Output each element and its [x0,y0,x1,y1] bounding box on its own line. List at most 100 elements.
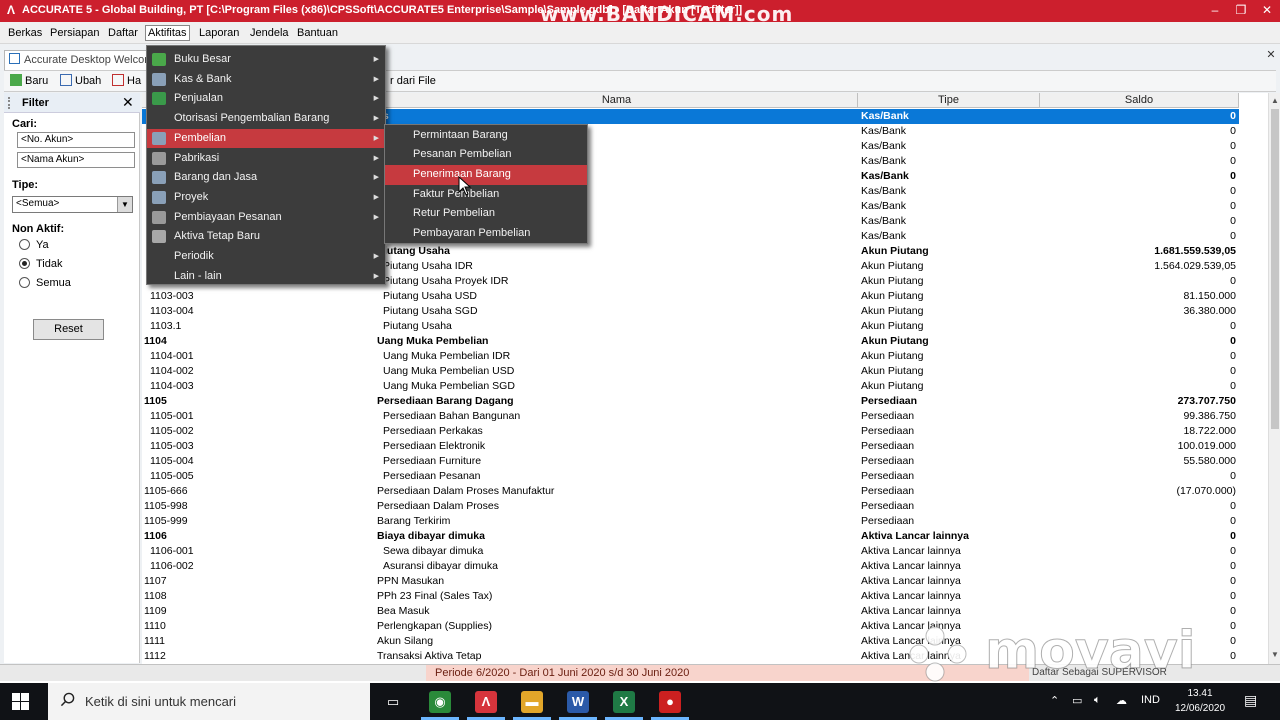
table-row[interactable]: 1105-004 Persediaan Furniture Persediaan 55… [142,454,1239,469]
radio-semua[interactable]: Semua [19,276,71,290]
menu-item-pabrikasi[interactable]: Pabrikasi ▶ [147,149,385,169]
menu-item-kas-bank[interactable]: Kas & Bank ▶ [147,70,385,90]
scrollbar-thumb[interactable] [1271,109,1279,429]
minimize-button[interactable]: – [1202,0,1228,22]
menu-persiapan[interactable]: Persiapan [48,25,102,41]
network-icon[interactable]: ▭ [1072,694,1082,707]
radio-semua-circle[interactable] [19,277,30,288]
table-row[interactable]: 1106-001 Sewa dibayar dimuka Aktiva Lancar… [142,544,1239,559]
table-row[interactable]: 1109 Bea Masuk Aktiva Lancar lainnya 0 [142,604,1239,619]
scroll-up-icon[interactable]: ▲ [1269,95,1280,107]
menu-item-pembelian[interactable]: Pembelian ▶ [147,128,385,149]
close-document-icon[interactable]: ✕ [1265,48,1277,62]
menu-item-aktiva-tetap-baru[interactable]: Aktiva Tetap Baru [147,227,385,247]
submenu-item-pembayaran-pembelian[interactable]: Pembayaran Pembelian [385,224,587,244]
taskbar-app-excel[interactable]: X [601,683,647,720]
table-row[interactable]: 1111 Akun Silang Aktiva Lancar lainnya 0 [142,634,1239,649]
table-row[interactable]: 1107 PPN Masukan Aktiva Lancar lainnya 0 [142,574,1239,589]
language-indicator[interactable]: IND [1141,694,1160,706]
new-button[interactable]: Baru [10,74,48,89]
table-row[interactable]: 1106 Biaya dibayar dimuka Aktiva Lancar la… [142,529,1239,544]
menu-item-buku-besar[interactable]: Buku Besar ▶ [147,50,385,70]
vertical-scrollbar[interactable]: ▲ ▼ [1268,93,1280,664]
tab-accurate-desktop-welcome[interactable]: Accurate Desktop Welcome [4,50,149,70]
close-button[interactable]: ✕ [1254,0,1280,22]
radio-ya-circle[interactable] [19,239,30,250]
table-row[interactable]: 1103-004 Piutang Usaha SGD Akun Piutang 36.… [142,304,1239,319]
radio-tidak-circle[interactable] [19,258,30,269]
taskbar-app-task-view[interactable]: ▭ [370,683,416,720]
table-row[interactable]: 1105-998 Persediaan Dalam Proses Persediaa… [142,499,1239,514]
account-name-field[interactable]: <Nama Akun> [17,152,135,168]
menu-bantuan[interactable]: Bantuan [295,25,340,41]
table-row[interactable]: 1105-003 Persediaan Elektronik Persediaan 1… [142,439,1239,454]
windows-start-icon[interactable] [12,693,30,711]
tray-chevron-icon[interactable]: ⌃ [1050,694,1059,707]
taskbar-app-word[interactable]: W [555,683,601,720]
drag-grip-icon[interactable] [8,97,10,109]
account-number-field[interactable]: <No. Akun> [17,132,135,148]
submenu-item-retur-pembelian[interactable]: Retur Pembelian [385,204,587,224]
close-filter-icon[interactable]: ✕ [122,95,134,109]
table-row[interactable]: 1104-002 Uang Muka Pembelian USD Akun Piut… [142,364,1239,379]
column-header-nama[interactable]: Nama [376,93,858,108]
taskbar-search-box[interactable]: Ketik di sini untuk mencari [48,683,370,720]
menu-bar: Berkas Persiapan Daftar Aktifitas Lapora… [0,22,1280,44]
dropdown-arrow-icon[interactable]: ▼ [117,197,132,212]
notifications-icon[interactable]: ▤ [1244,692,1257,709]
import-file-button[interactable]: r dari File [390,74,436,89]
taskbar-app-file-explorer[interactable]: ▬ [509,683,555,720]
table-row[interactable]: 1103.1 Piutang Usaha Akun Piutang 0 [142,319,1239,334]
menu-daftar[interactable]: Daftar [106,25,140,41]
table-row[interactable]: 1110 Perlengkapan (Supplies) Aktiva Lancar… [142,619,1239,634]
account-number-cell: 1106-002 [150,560,194,572]
menu-item-proyek[interactable]: Proyek ▶ [147,188,385,208]
table-row[interactable]: 1105-999 Barang Terkirim Persediaan 0 [142,514,1239,529]
table-row[interactable]: 1103-003 Piutang Usaha USD Akun Piutang 81.… [142,289,1239,304]
delete-button[interactable]: Ha [112,74,141,89]
volume-icon[interactable]: 🔈︎ [1094,694,1101,707]
table-row[interactable]: 1112 Transaksi Aktiva Tetap Aktiva Lancar … [142,649,1239,664]
menu-item-pembiayaan-pesanan[interactable]: Pembiayaan Pesanan ▶ [147,208,385,228]
account-name-cell: Uang Muka Pembelian SGD [383,380,515,392]
onedrive-icon[interactable]: ☁︎ [1116,694,1127,707]
radio-ya[interactable]: Ya [19,238,49,252]
type-select[interactable]: <Semua> ▼ [12,196,133,213]
submenu-item-pesanan-pembelian[interactable]: Pesanan Pembelian [385,145,587,165]
table-row[interactable]: 1105-002 Persediaan Perkakas Persediaan 18.… [142,424,1239,439]
table-row[interactable]: 1104-003 Uang Muka Pembelian SGD Akun Piut… [142,379,1239,394]
menu-item-otorisasi-pengembalian-barang[interactable]: Otorisasi Pengembalian Barang ▶ [147,109,385,129]
edit-button[interactable]: Ubah [60,74,101,89]
menu-jendela[interactable]: Jendela [248,25,291,41]
table-row[interactable]: 1104 Uang Muka Pembelian Akun Piutang 0 [142,334,1239,349]
table-row[interactable]: 1105-005 Persediaan Pesanan Persediaan 0 [142,469,1239,484]
menu-berkas[interactable]: Berkas [6,25,44,41]
submenu-item-faktur-pembelian[interactable]: Faktur Pembelian [385,185,587,205]
menu-item-periodik[interactable]: Periodik ▶ [147,247,385,267]
column-header-saldo[interactable]: Saldo [1040,93,1239,108]
submenu-item-permintaan-barang[interactable]: Permintaan Barang [385,126,587,146]
taskbar-clock[interactable]: 13.41 12/06/2020 [1172,686,1228,716]
table-row[interactable]: 1105-001 Persediaan Bahan Bangunan Persedi… [142,409,1239,424]
submenu-item-penerimaan-barang[interactable]: Penerimaan Barang [385,164,587,185]
table-row[interactable]: 1105 Persediaan Barang Dagang Persediaan 27… [142,394,1239,409]
menu-item-barang-dan-jasa[interactable]: Barang dan Jasa ▶ [147,168,385,188]
account-number-cell: 1112 [144,650,166,662]
menu-laporan[interactable]: Laporan [197,25,241,41]
taskbar-app-chrome[interactable]: ◉ [417,683,463,720]
menu-item-penjualan[interactable]: Penjualan ▶ [147,89,385,109]
restore-button[interactable]: ❐ [1228,0,1254,22]
table-row[interactable]: 1106-002 Asuransi dibayar dimuka Aktiva La… [142,559,1239,574]
table-row[interactable]: 1108 PPh 23 Final (Sales Tax) Aktiva Lanca… [142,589,1239,604]
scroll-down-icon[interactable]: ▼ [1269,649,1280,661]
table-row[interactable]: 1104-001 Uang Muka Pembelian IDR Akun Piut… [142,349,1239,364]
account-number-cell: 1105-999 [144,515,188,527]
taskbar-app-recorder[interactable]: ● [647,683,693,720]
menu-item-lain-lain[interactable]: Lain - lain ▶ [147,267,385,287]
table-row[interactable]: 1105-666 Persediaan Dalam Proses Manufakt… [142,484,1239,499]
taskbar-app-accurate[interactable]: Λ [463,683,509,720]
menu-aktifitas[interactable]: Aktifitas [145,25,190,41]
radio-tidak[interactable]: Tidak [19,257,63,271]
reset-button[interactable]: Reset [33,319,104,340]
column-header-tipe[interactable]: Tipe [858,93,1040,108]
